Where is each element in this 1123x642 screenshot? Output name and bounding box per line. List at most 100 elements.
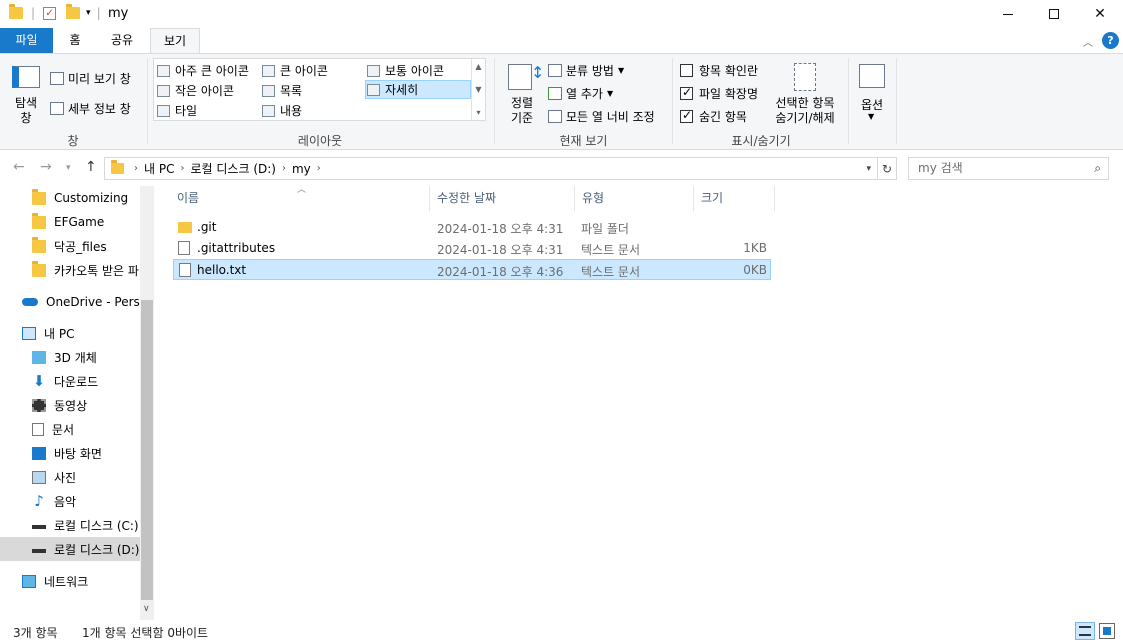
- nav-item-customizing[interactable]: Customizing: [0, 186, 142, 210]
- breadcrumb-drive-d[interactable]: 로컬 디스크 (D:): [190, 160, 275, 177]
- tab-view[interactable]: 보기: [150, 28, 200, 54]
- nav-item-downloads[interactable]: ⬇ 다운로드: [0, 369, 142, 393]
- minimize-button[interactable]: [985, 0, 1031, 28]
- maximize-button[interactable]: [1031, 0, 1077, 28]
- layout-content[interactable]: 내용: [262, 101, 302, 120]
- more-icon[interactable]: ▾: [476, 108, 480, 117]
- forward-arrow-icon[interactable]: →: [40, 159, 52, 175]
- nav-item-3d-objects[interactable]: 3D 개체: [0, 345, 142, 369]
- network-icon: [22, 574, 36, 588]
- scroll-down-icon[interactable]: ∨: [143, 604, 150, 614]
- address-bar[interactable]: › 내 PC › 로컬 디스크 (D:) › my › ▾: [104, 157, 878, 180]
- file-row-selected[interactable]: hello.txt 2024-01-18 오후 4:36 텍스트 문서 0KB: [173, 259, 771, 280]
- chevron-down-icon[interactable]: ▾: [86, 8, 91, 18]
- search-input[interactable]: my 검색 ⌕: [908, 157, 1109, 180]
- nav-pane-button[interactable]: 탐색 창: [7, 60, 45, 128]
- add-column-label: 열 추가: [566, 87, 603, 101]
- item-checkboxes-checkbox[interactable]: [680, 64, 693, 77]
- nav-item-pictures[interactable]: 사진: [0, 465, 142, 489]
- recent-locations-icon[interactable]: ▾: [66, 163, 71, 173]
- chevron-right-icon[interactable]: ›: [134, 163, 138, 174]
- column-header-type[interactable]: 유형: [575, 186, 694, 211]
- add-column-button[interactable]: 열 추가 ▼: [548, 85, 613, 102]
- tab-home[interactable]: 홈: [58, 28, 92, 53]
- file-row[interactable]: .git 2024-01-18 오후 4:31 파일 폴더: [173, 217, 771, 238]
- hidden-items-checkbox[interactable]: [680, 108, 693, 123]
- tab-file[interactable]: 파일: [0, 28, 53, 53]
- layout-large-icons[interactable]: 큰 아이콘: [262, 61, 328, 80]
- nav-item-this-pc[interactable]: 내 PC: [0, 321, 142, 345]
- folder-icon: [111, 160, 124, 174]
- nav-item-drive-d[interactable]: 로컬 디스크 (D:): [0, 537, 142, 561]
- hide-selected-icon: [794, 63, 816, 91]
- layout-extra-large-icons[interactable]: 아주 큰 아이콘: [157, 61, 249, 80]
- layout-medium-icons[interactable]: 보통 아이콘: [367, 61, 444, 80]
- folder-icon: [32, 236, 46, 253]
- breadcrumb-this-pc[interactable]: 내 PC: [144, 160, 174, 177]
- hide-selected-button[interactable]: 선택한 항목 숨기기/해제: [770, 60, 840, 128]
- preview-pane-icon: [50, 72, 64, 85]
- column-header-name[interactable]: 이름: [170, 186, 430, 211]
- tab-share[interactable]: 공유: [101, 28, 143, 53]
- details-pane-button[interactable]: 세부 정보 창: [50, 100, 131, 117]
- breadcrumb-my[interactable]: my: [292, 162, 311, 176]
- options-button[interactable]: 옵션 ▼: [854, 60, 890, 128]
- nav-item-desktop[interactable]: 바탕 화면: [0, 441, 142, 465]
- chevron-right-icon[interactable]: ›: [282, 163, 286, 174]
- up-arrow-icon[interactable]: ↑: [85, 159, 97, 175]
- column-header-size[interactable]: 크기: [694, 186, 775, 211]
- chevron-right-icon[interactable]: ›: [180, 163, 184, 174]
- nav-item-kakaotalk[interactable]: 카카오톡 받은 파: [0, 258, 142, 282]
- help-icon[interactable]: ?: [1102, 32, 1119, 49]
- close-button[interactable]: ✕: [1077, 0, 1123, 28]
- file-extensions-checkbox[interactable]: [680, 85, 693, 100]
- nav-item-documents[interactable]: 문서: [0, 417, 142, 441]
- file-extensions-toggle[interactable]: 파일 확장명: [680, 85, 758, 102]
- add-column-icon: [548, 87, 562, 100]
- collapse-ribbon-icon[interactable]: ︿: [1083, 34, 1093, 49]
- sort-by-button[interactable]: ↕ 정렬 기준: [503, 60, 544, 128]
- refresh-button[interactable]: ↻: [877, 157, 897, 180]
- details-view-button[interactable]: [1075, 622, 1095, 640]
- new-folder-icon[interactable]: [66, 4, 81, 19]
- layout-item-label: 목록: [280, 84, 303, 98]
- hidden-items-toggle[interactable]: 숨긴 항목: [680, 108, 747, 125]
- nav-item-label: 3D 개체: [54, 350, 97, 365]
- file-row[interactable]: .gitattributes 2024-01-18 오후 4:31 텍스트 문서…: [173, 238, 771, 259]
- layout-tiles[interactable]: 타일: [157, 101, 197, 120]
- layout-item-label: 내용: [280, 104, 303, 118]
- nav-item-network[interactable]: 네트워크: [0, 569, 142, 593]
- large-icons-icon: [262, 64, 275, 77]
- gallery-scrollbar[interactable]: ▲ ▼ ▾: [471, 59, 485, 120]
- back-arrow-icon[interactable]: ←: [13, 159, 25, 175]
- chevron-up-icon[interactable]: ▲: [475, 62, 481, 71]
- group-by-button[interactable]: 분류 방법 ▼: [548, 62, 624, 79]
- column-header-modified[interactable]: 수정한 날짜: [430, 186, 575, 211]
- nav-item-videos[interactable]: 동영상: [0, 393, 142, 417]
- large-icons-view-icon: [1103, 627, 1111, 635]
- chevron-down-icon[interactable]: ▼: [475, 85, 481, 94]
- layout-list[interactable]: 목록: [262, 81, 302, 100]
- scrollbar-thumb[interactable]: [141, 300, 153, 600]
- nav-item-onedrive[interactable]: OneDrive - Person: [0, 290, 142, 314]
- divider: [896, 58, 897, 144]
- chevron-down-icon[interactable]: ▾: [866, 164, 871, 174]
- nav-pane-icon: [12, 66, 40, 88]
- file-modified: 2024-01-18 오후 4:31: [437, 243, 564, 257]
- layout-details[interactable]: 자세히: [365, 80, 471, 99]
- nav-item-music[interactable]: ♪ 음악: [0, 489, 142, 513]
- item-checkboxes-toggle[interactable]: 항목 확인란: [680, 62, 758, 79]
- properties-icon[interactable]: ✓: [43, 6, 57, 20]
- folder-icon: [32, 188, 46, 205]
- chevron-right-icon[interactable]: ›: [317, 163, 321, 174]
- text-file-icon: [179, 263, 191, 277]
- layout-small-icons[interactable]: 작은 아이콘: [157, 81, 234, 100]
- fit-columns-button[interactable]: 모든 열 너비 조정: [548, 108, 655, 125]
- nav-item-efgame[interactable]: EFGame: [0, 210, 142, 234]
- search-icon: ⌕: [1094, 161, 1101, 175]
- preview-pane-button[interactable]: 미리 보기 창: [50, 70, 131, 87]
- nav-item-drive-c[interactable]: 로컬 디스크 (C:): [0, 513, 142, 537]
- large-icons-view-button[interactable]: [1099, 623, 1115, 639]
- nav-item-dakgong-files[interactable]: 닥공_files: [0, 234, 142, 258]
- nav-item-label: Customizing: [54, 191, 129, 205]
